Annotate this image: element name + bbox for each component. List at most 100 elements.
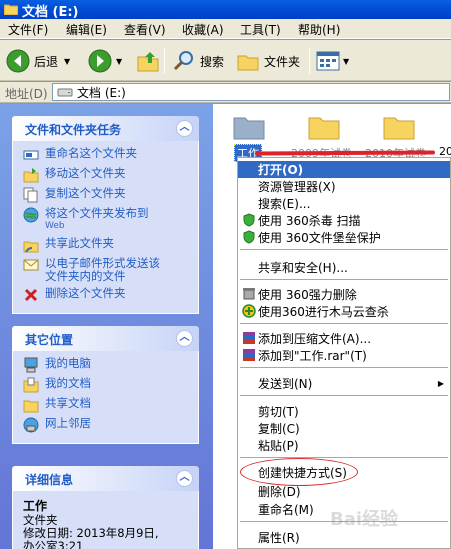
menu-tools[interactable]: 工具(T) (240, 21, 281, 38)
folder-icon[interactable] (308, 112, 340, 140)
task-share[interactable]: 共享此文件夹 (23, 237, 198, 253)
folder-icon[interactable] (233, 112, 265, 140)
menu-item-send-to[interactable]: 发送到(N) ▶ (238, 375, 450, 392)
menu-item-explorer-label: 资源管理器(X) (258, 180, 336, 194)
task-email-sub: 文件夹内的文件 (45, 269, 126, 283)
other-places-header[interactable]: 其它位置 ︿ (12, 326, 199, 351)
address-field[interactable]: 文档 (E:) (52, 83, 450, 101)
collapse-icon[interactable]: ︿ (176, 120, 193, 137)
menu-item-copy[interactable]: 复制(C) (238, 420, 450, 437)
task-publish-web[interactable]: 将这个文件夹发布到 Web (23, 207, 198, 233)
menu-item-360-delete[interactable]: 使用 360强力删除 (238, 286, 450, 303)
menu-file[interactable]: 文件(F) (8, 21, 48, 38)
delete-icon (24, 288, 38, 302)
menu-item-paste[interactable]: 粘贴(P) (238, 437, 450, 454)
chevron-down-icon[interactable]: ▼ (343, 57, 349, 66)
up-folder-button[interactable] (136, 47, 160, 75)
other-places-title: 其它位置 (25, 333, 74, 347)
file-tasks-body: 重命名这个文件夹 移动这个文件夹 复制这个文件夹 将这个文件夹发布到 Web 共享… (12, 141, 199, 314)
menu-item-properties[interactable]: 属性(R) (238, 529, 450, 546)
rename-icon (23, 150, 39, 160)
back-label: 后退 (34, 54, 59, 69)
menu-item-360-protect-label: 使用 360文件堡垒保护 (258, 231, 381, 245)
task-copy-label: 复制这个文件夹 (45, 186, 126, 200)
search-icon (173, 51, 193, 71)
window-title: 文档 (E:) (22, 5, 79, 20)
collapse-icon[interactable]: ︿ (176, 330, 193, 347)
menu-item-explorer[interactable]: 资源管理器(X) (238, 178, 450, 195)
folder-icon[interactable] (383, 112, 415, 140)
task-rename[interactable]: 重命名这个文件夹 (23, 147, 198, 163)
back-button[interactable]: 后退 ▼ (6, 47, 70, 75)
place-network[interactable]: 网上邻居 (23, 417, 198, 433)
details-time: 办公室3:21 (23, 539, 84, 549)
file-tasks-title: 文件和文件夹任务 (25, 123, 122, 137)
task-delete[interactable]: 删除这个文件夹 (23, 287, 198, 303)
folder-icon (4, 4, 18, 15)
menu-separator (240, 395, 448, 396)
place-my-documents[interactable]: 我的文档 (23, 377, 198, 393)
menu-item-rename-label: 重命名(M) (258, 503, 314, 517)
menu-edit[interactable]: 编辑(E) (66, 21, 107, 38)
menu-separator (240, 457, 448, 458)
folders-label: 文件夹 (264, 54, 301, 69)
details-body: 工作 文件夹 修改日期: 2013年8月9日, 办公室3:21 (12, 491, 199, 549)
place-shared-docs[interactable]: 共享文档 (23, 397, 198, 413)
winrar-icon (243, 332, 255, 344)
menu-help[interactable]: 帮助(H) (298, 21, 340, 38)
menu-item-360-scan[interactable]: 使用 360杀毒 扫描 (238, 212, 450, 229)
menu-item-add-rar[interactable]: 添加到"工作.rar"(T) (238, 347, 450, 364)
menu-item-add-archive-label: 添加到压缩文件(A)... (258, 332, 372, 346)
context-menu: 打开(O) 资源管理器(X) 搜索(E)... 使用 360杀毒 扫描 使用 3… (237, 157, 451, 549)
collapse-icon[interactable]: ︿ (176, 470, 193, 487)
menu-view[interactable]: 查看(V) (124, 21, 166, 38)
task-email-label: 以电子邮件形式发送该 (45, 256, 160, 270)
folders-icon (237, 55, 259, 71)
menu-item-search-label: 搜索(E)... (258, 197, 311, 211)
place-shared-docs-label: 共享文档 (45, 396, 91, 410)
move-icon (23, 168, 39, 183)
menu-item-share-security[interactable]: 共享和安全(H)... (238, 259, 450, 276)
address-label: 地址(D) (5, 87, 48, 101)
task-publish-sub: Web (45, 221, 65, 231)
place-network-label: 网上邻居 (45, 416, 91, 430)
menu-item-search[interactable]: 搜索(E)... (238, 195, 450, 212)
toolbar-separator (164, 48, 165, 74)
place-my-computer[interactable]: 我的电脑 (23, 357, 198, 373)
menu-item-360-trojan[interactable]: 使用360进行木马云查杀 (238, 303, 450, 320)
details-header[interactable]: 详细信息 ︿ (12, 466, 199, 491)
menu-item-cut[interactable]: 剪切(T) (238, 403, 450, 420)
up-folder-icon (137, 52, 159, 72)
360-antivirus-icon (243, 213, 255, 227)
360-shield-icon (243, 230, 255, 244)
network-icon (23, 417, 39, 433)
search-button[interactable]: 搜索 (172, 47, 224, 75)
views-button[interactable]: ▼ (316, 47, 349, 75)
chevron-down-icon[interactable]: ▼ (116, 57, 122, 66)
task-move[interactable]: 移动这个文件夹 (23, 167, 198, 183)
menu-item-add-archive[interactable]: 添加到压缩文件(A)... (238, 330, 450, 347)
folders-button[interactable]: 文件夹 (236, 47, 300, 75)
details-panel: 详细信息 ︿ 工作 文件夹 修改日期: 2013年8月9日, 办公室3:21 (12, 466, 199, 549)
menu-item-360-protect[interactable]: 使用 360文件堡垒保护 (238, 229, 450, 246)
place-my-documents-label: 我的文档 (45, 376, 91, 390)
watermark: Bai经验 (330, 509, 399, 530)
task-copy[interactable]: 复制这个文件夹 (23, 187, 198, 203)
toolbar: 后退 ▼ ▼ 搜索 文件夹 ▼ (0, 40, 451, 81)
menu-item-open[interactable]: 打开(O) (238, 161, 450, 178)
chevron-down-icon[interactable]: ▼ (64, 57, 70, 66)
task-share-label: 共享此文件夹 (45, 236, 114, 250)
other-places-panel: 其它位置 ︿ 我的电脑 我的文档 共享文档 网上邻居 (12, 326, 199, 444)
menu-bar: 文件(F) 编辑(E) 查看(V) 收藏(A) 工具(T) 帮助(H) (0, 19, 451, 39)
file-tasks-header[interactable]: 文件和文件夹任务 ︿ (12, 116, 199, 141)
other-places-body: 我的电脑 我的文档 共享文档 网上邻居 (12, 351, 199, 444)
task-email[interactable]: 以电子邮件形式发送该 文件夹内的文件 (23, 257, 198, 283)
title-bar[interactable]: 文档 (E:) (0, 0, 451, 20)
forward-button[interactable]: ▼ (88, 47, 122, 75)
menu-favorites[interactable]: 收藏(A) (182, 21, 224, 38)
menu-item-delete[interactable]: 删除(D) (238, 483, 450, 500)
menu-item-cut-label: 剪切(T) (258, 405, 299, 419)
back-arrow-icon (6, 49, 30, 73)
menu-item-add-rar-label: 添加到"工作.rar"(T) (258, 349, 367, 363)
menu-item-360-delete-label: 使用 360强力删除 (258, 288, 357, 302)
